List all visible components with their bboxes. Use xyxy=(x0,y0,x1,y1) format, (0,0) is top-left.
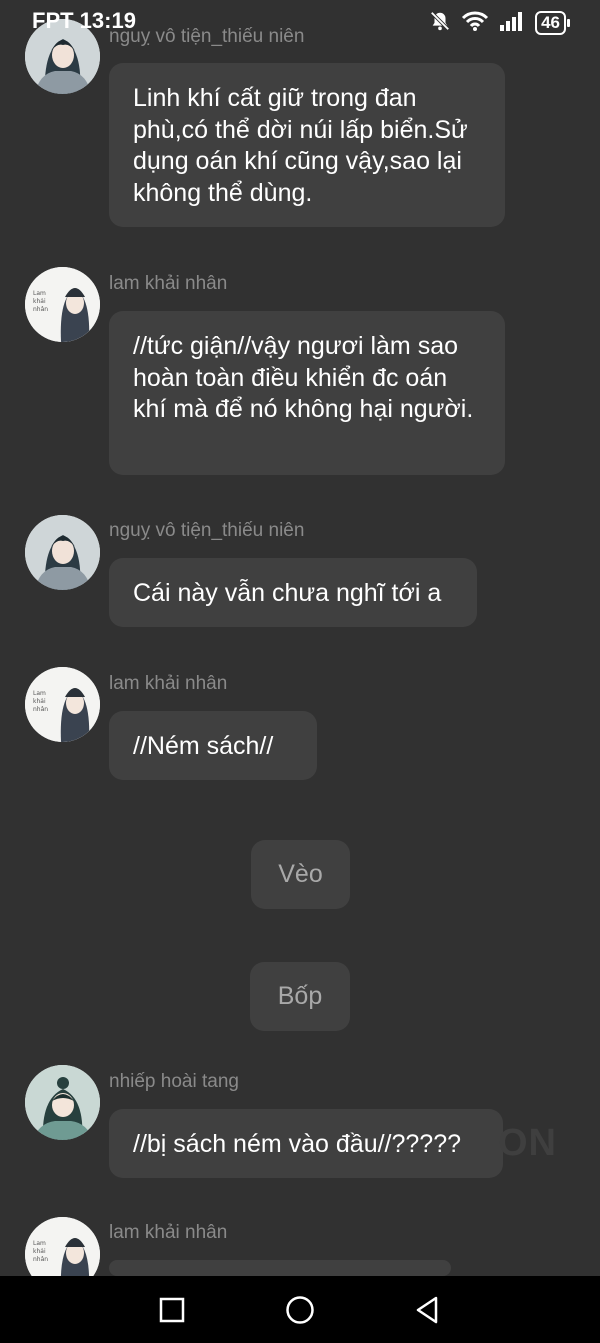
svg-text:khải: khải xyxy=(33,698,46,705)
message-bubble[interactable]: //Ném sách// xyxy=(109,711,317,780)
message-bubble[interactable] xyxy=(109,1260,451,1276)
wifi-icon xyxy=(461,10,489,37)
avatar[interactable]: Lam khải nhân xyxy=(25,267,100,342)
svg-text:Lam: Lam xyxy=(33,690,46,697)
signal-icon xyxy=(499,11,525,36)
sender-name: lam khải nhân xyxy=(109,1222,228,1243)
avatar[interactable]: Lam khải nhân xyxy=(25,667,100,742)
svg-text:Lam: Lam xyxy=(33,1240,46,1247)
watermark: ON xyxy=(498,1122,557,1164)
navigation-bar xyxy=(0,1276,600,1343)
battery-indicator: 46 xyxy=(535,11,570,35)
avatar[interactable] xyxy=(25,515,100,590)
triangle-back-icon[interactable] xyxy=(410,1293,444,1327)
svg-text:khải: khải xyxy=(33,1248,46,1255)
bell-off-icon xyxy=(429,10,451,37)
svg-text:nhân: nhân xyxy=(33,1256,48,1263)
svg-text:khải: khải xyxy=(33,298,46,305)
sound-effect-bubble[interactable]: Vèo xyxy=(251,840,350,909)
sender-name: lam khải nhân xyxy=(109,273,228,294)
avatar[interactable] xyxy=(25,1065,100,1140)
status-icons: 46 xyxy=(429,10,570,37)
sound-effect-bubble[interactable]: Bốp xyxy=(250,962,350,1031)
svg-text:Lam: Lam xyxy=(33,290,46,297)
sender-name: nhiếp hoài tang xyxy=(109,1071,239,1092)
message-bubble[interactable]: //tức giận//vậy ngươi làm sao hoàn toàn … xyxy=(109,311,505,475)
message-bubble[interactable]: Linh khí cất giữ trong đan phù,có thể dờ… xyxy=(109,63,505,227)
status-carrier-time: FPT 13:19 xyxy=(32,8,136,33)
svg-text:nhân: nhân xyxy=(33,706,48,713)
square-icon[interactable] xyxy=(155,1293,189,1327)
message-bubble[interactable]: Cái này vẫn chưa nghĩ tới a xyxy=(109,558,477,627)
status-bar: FPT 13:19 46 xyxy=(0,0,600,46)
sender-name: nguỵ vô tiện_thiếu niên xyxy=(109,520,305,541)
svg-text:nhân: nhân xyxy=(33,306,48,313)
circle-icon[interactable] xyxy=(283,1293,317,1327)
message-bubble[interactable]: //bị sách ném vào đầu//????? xyxy=(109,1109,503,1178)
sender-name: lam khải nhân xyxy=(109,673,228,694)
